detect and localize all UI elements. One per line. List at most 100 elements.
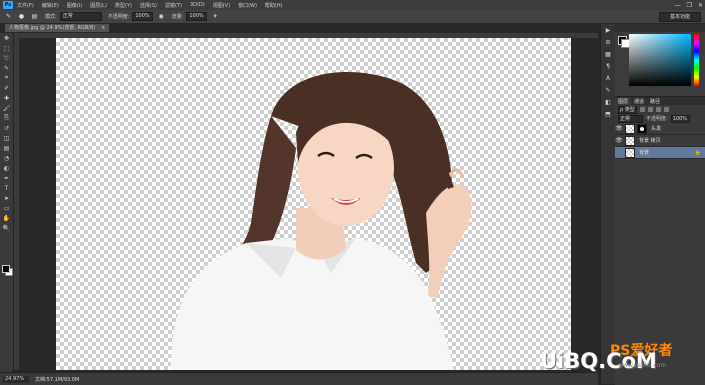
gradient-tool-icon[interactable]: ▤ <box>0 143 13 153</box>
layer-name: 背景 拷贝 <box>639 138 661 144</box>
minimize-button[interactable]: — <box>675 2 681 9</box>
path-select-tool-icon[interactable]: ➤ <box>0 193 13 203</box>
visibility-eye-icon[interactable]: 👁 <box>615 125 623 132</box>
layer-thumbnail <box>625 123 635 134</box>
menu-type[interactable]: 类型(Y) <box>115 2 132 9</box>
close-tab-icon[interactable]: × <box>101 25 105 31</box>
pressure-opacity-icon[interactable]: ◉ <box>157 12 166 21</box>
pen-tool-icon[interactable]: ✒ <box>0 173 13 183</box>
shape-tool-icon[interactable]: ▭ <box>0 203 13 213</box>
brush-preset-icon[interactable]: ✎ <box>4 12 13 21</box>
photoshop-logo: Ps <box>3 1 13 9</box>
menu-filter[interactable]: 滤镜(T) <box>165 2 182 9</box>
dock-adjustments-icon[interactable]: ◧ <box>601 96 615 108</box>
document-tab-title: 人物抠像.jpg @ 24.9%(背景, RGB/8) <box>9 25 96 31</box>
foreground-color-swatch[interactable] <box>2 265 10 273</box>
hand-tool-icon[interactable]: ✋ <box>0 213 13 223</box>
layer-opacity-label: 不透明度: <box>646 116 668 122</box>
layer-thumbnail <box>625 135 635 146</box>
menu-bar: Ps 文件(F) 编辑(E) 图像(I) 图层(L) 类型(Y) 选择(S) 滤… <box>0 0 705 10</box>
crop-tool-icon[interactable]: ⌗ <box>0 73 13 83</box>
layer-row[interactable]: 👁 背景 拷贝 <box>615 135 705 147</box>
restore-button[interactable]: ❐ <box>687 2 692 9</box>
menu-layer[interactable]: 图层(L) <box>90 2 107 9</box>
menu-image[interactable]: 图像(I) <box>67 2 82 9</box>
layer-mask-thumbnail[interactable] <box>637 123 647 134</box>
airbrush-icon[interactable]: ✈ <box>211 12 220 21</box>
tools-panel: ✥ ⬚ ➰ ✎ ⌗ ✐ ✚ 🖌 ⎘ ↺ ◫ ▤ ◔ ◐ ✒ T ➤ ▭ ✋ 🔍 <box>0 33 14 373</box>
right-panels: 图层 通道 路径 ρ 类型 正常 不透明度: 100% 👁 头发 👁 背景 拷贝背景 🔒 <box>615 24 705 385</box>
dock-brush-icon[interactable]: ✎ <box>601 84 615 96</box>
menu-view[interactable]: 视图(V) <box>213 2 230 9</box>
layer-filter-select[interactable]: ρ 类型 <box>618 105 637 114</box>
blend-mode-select[interactable]: 正常 <box>618 114 643 123</box>
filter-shape-icon[interactable] <box>664 107 669 112</box>
menu-window[interactable]: 窗口(W) <box>238 2 257 9</box>
dock-swatches-icon[interactable]: ▦ <box>601 48 615 60</box>
status-bar: 24.97% 文档:57.1M/93.0M <box>0 372 598 385</box>
layer-list: 👁 头发 👁 背景 拷贝背景 🔒 <box>615 123 705 159</box>
tab-channels[interactable]: 通道 <box>631 98 647 105</box>
blur-tool-icon[interactable]: ◔ <box>0 153 13 163</box>
move-tool-icon[interactable]: ✥ <box>0 33 13 43</box>
tab-layers[interactable]: 图层 <box>615 97 632 105</box>
menu-select[interactable]: 选择(S) <box>140 2 157 9</box>
document-size-info[interactable]: 文档:57.1M/93.0M <box>35 376 79 383</box>
clone-tool-icon[interactable]: ⎘ <box>0 113 13 123</box>
flow-field[interactable]: 100% <box>186 12 207 21</box>
menu-3d[interactable]: 3D(D) <box>190 2 205 8</box>
dock-settings-icon[interactable]: ⚙ <box>601 36 615 48</box>
quick-select-tool-icon[interactable]: ✎ <box>0 63 13 73</box>
tab-paths[interactable]: 路径 <box>647 98 663 105</box>
menu-help[interactable]: 帮助(H) <box>265 2 283 9</box>
layer-thumbnail <box>625 147 635 158</box>
options-bar: ✎ ● ▤ 模式: 正常 不透明度: 100% ◉ 流量: 100% ✈ <box>0 10 705 24</box>
close-button[interactable]: ✕ <box>698 2 703 9</box>
brush-tool-icon[interactable]: 🖌 <box>0 103 13 113</box>
dock-styles-icon[interactable]: ⬒ <box>601 108 615 120</box>
flow-label: 流量: <box>171 14 184 20</box>
zoom-tool-icon[interactable]: 🔍 <box>0 223 13 233</box>
menu-file[interactable]: 文件(F) <box>17 2 34 9</box>
hue-slider[interactable] <box>694 34 699 86</box>
marquee-tool-icon[interactable]: ⬚ <box>0 43 13 53</box>
eyedropper-tool-icon[interactable]: ✐ <box>0 83 13 93</box>
zoom-level-field[interactable]: 24.97% <box>3 375 29 383</box>
dodge-tool-icon[interactable]: ◐ <box>0 163 13 173</box>
eraser-tool-icon[interactable]: ◫ <box>0 133 13 143</box>
watermark-logo: UiBQ.CoM <box>540 349 657 373</box>
layer-opacity-field[interactable]: 100% <box>670 114 690 123</box>
color-panel-header <box>615 24 705 32</box>
layer-row[interactable]: 背景 🔒 <box>615 147 705 159</box>
portrait-subject-image <box>171 71 472 370</box>
dock-play-icon[interactable]: ▶ <box>601 24 615 36</box>
canvas-area[interactable] <box>19 38 598 370</box>
lasso-tool-icon[interactable]: ➰ <box>0 53 13 63</box>
dock-paragraph-icon[interactable]: ¶ <box>601 60 615 72</box>
dock-character-icon[interactable]: A <box>601 72 615 84</box>
type-tool-icon[interactable]: T <box>0 183 13 193</box>
lock-icon: 🔒 <box>694 149 701 156</box>
filter-pixel-icon[interactable] <box>640 107 645 112</box>
workspace-select[interactable]: 基本功能 <box>659 12 701 22</box>
opacity-label: 不透明度: <box>107 14 130 20</box>
layer-row[interactable]: 👁 头发 <box>615 123 705 135</box>
filter-type-icon[interactable] <box>656 107 661 112</box>
color-picker-field[interactable] <box>629 34 691 86</box>
opacity-field[interactable]: 100% <box>132 12 153 21</box>
mode-select[interactable]: 正常 <box>59 12 102 21</box>
filter-adjustment-icon[interactable] <box>648 107 653 112</box>
document-tab[interactable]: 人物抠像.jpg @ 24.9%(背景, RGB/8) × <box>5 24 110 32</box>
document-canvas[interactable] <box>56 38 571 370</box>
panel-dock-strip: ▶ ⚙ ▦ ¶ A ✎ ◧ ⬒ <box>600 24 615 384</box>
window-controls: — ❐ ✕ <box>675 0 703 10</box>
mode-label: 模式: <box>45 14 57 20</box>
history-brush-tool-icon[interactable]: ↺ <box>0 123 13 133</box>
visibility-eye-icon[interactable]: 👁 <box>615 137 623 144</box>
layers-panel-tabs: 图层 通道 路径 <box>615 97 705 105</box>
brush-size-icon[interactable]: ● <box>17 12 26 21</box>
healing-tool-icon[interactable]: ✚ <box>0 93 13 103</box>
menu-edit[interactable]: 编辑(E) <box>42 2 59 9</box>
layer-name: 头发 <box>651 126 662 132</box>
toggle-brush-panel-icon[interactable]: ▤ <box>30 12 39 21</box>
